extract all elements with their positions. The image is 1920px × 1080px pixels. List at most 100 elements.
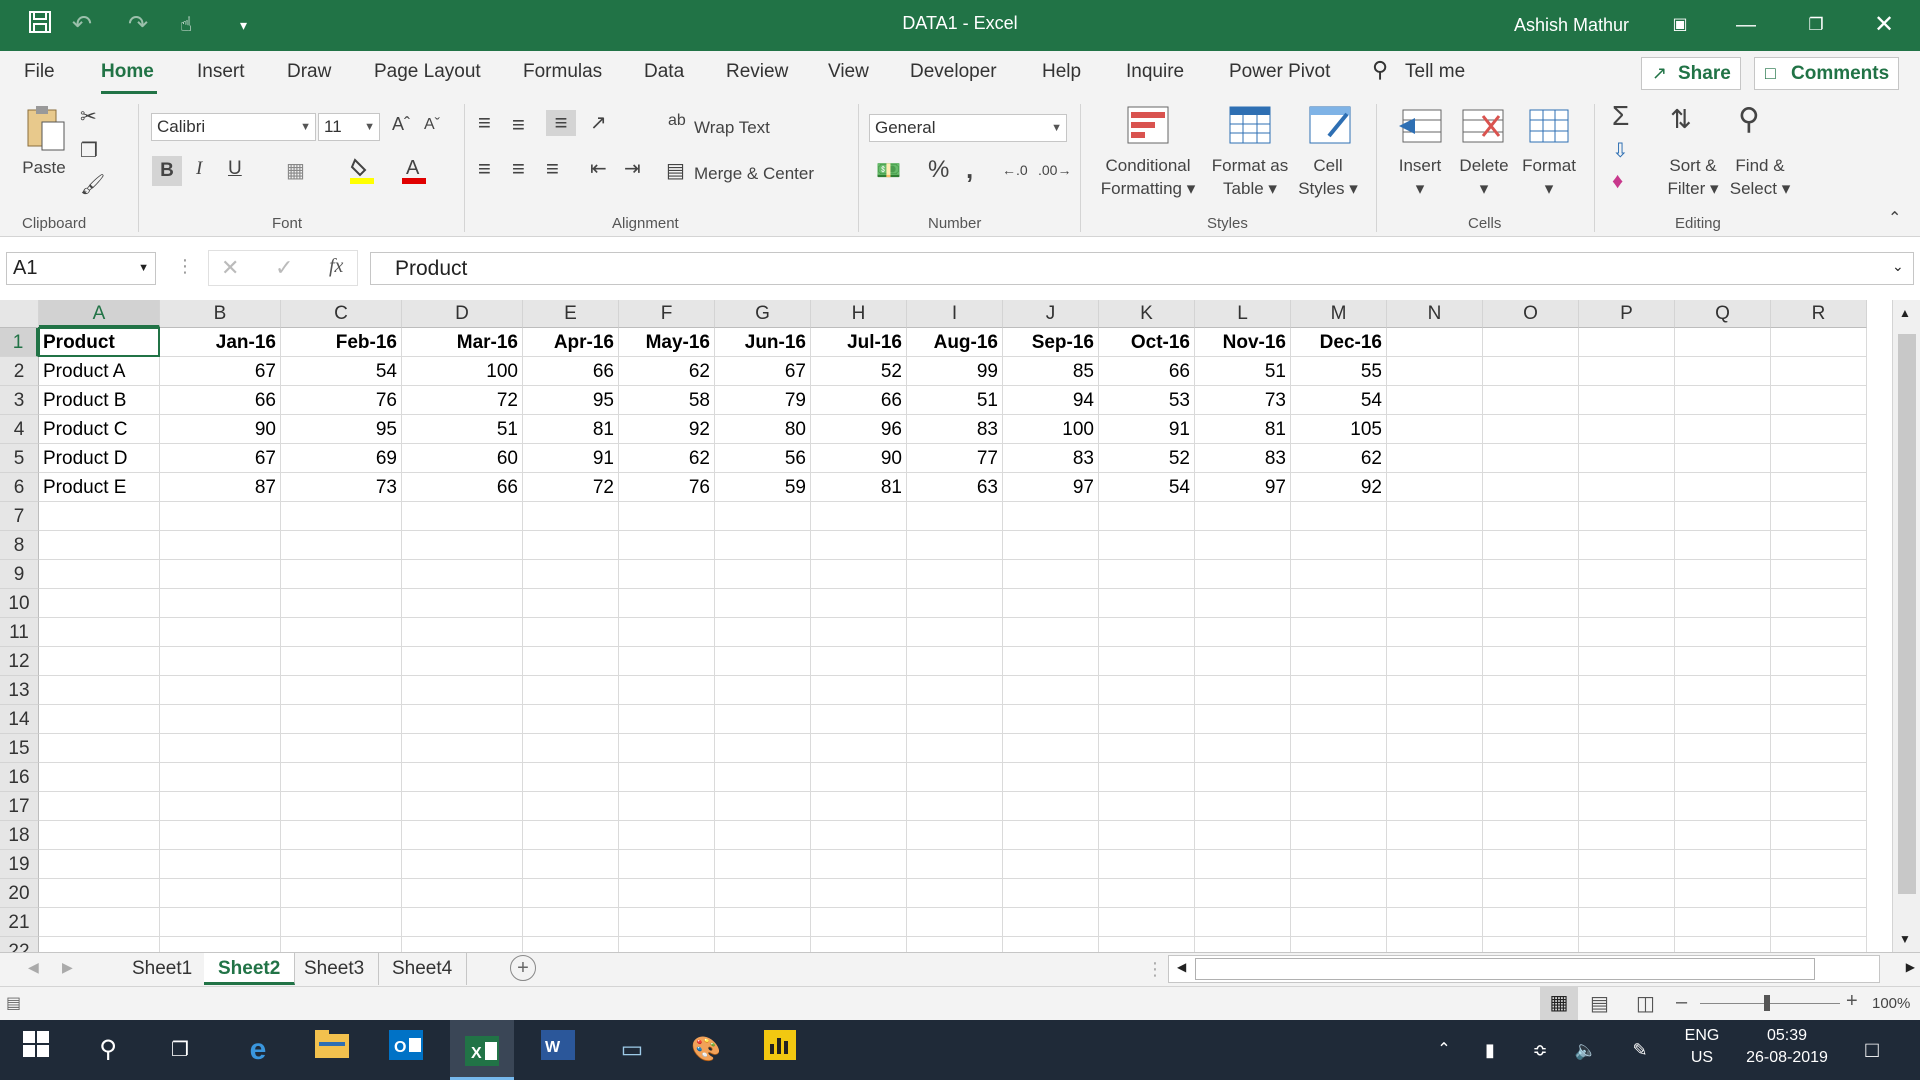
cell-j4[interactable]: 100 (1003, 415, 1099, 444)
cell-p19[interactable] (1579, 850, 1675, 879)
cell-c22[interactable] (281, 937, 402, 952)
cell-m9[interactable] (1291, 560, 1387, 589)
cell-f18[interactable] (619, 821, 715, 850)
cell-c20[interactable] (281, 879, 402, 908)
cell-i7[interactable] (907, 502, 1003, 531)
scroll-right-icon[interactable]: ▶ (1906, 960, 1915, 974)
cell-j21[interactable] (1003, 908, 1099, 937)
cell-q17[interactable] (1675, 792, 1771, 821)
tab-view[interactable]: View (828, 61, 869, 83)
tab-page-layout[interactable]: Page Layout (374, 61, 481, 83)
cell-g11[interactable] (715, 618, 811, 647)
cell-n11[interactable] (1387, 618, 1483, 647)
cell-e12[interactable] (523, 647, 619, 676)
cell-c17[interactable] (281, 792, 402, 821)
delete-button[interactable]: Delete ▾ (1456, 154, 1512, 200)
cell-g22[interactable] (715, 937, 811, 952)
cell-h2[interactable]: 52 (811, 357, 907, 386)
cell-n3[interactable] (1387, 386, 1483, 415)
cell-o22[interactable] (1483, 937, 1579, 952)
cell-p21[interactable] (1579, 908, 1675, 937)
cell-q2[interactable] (1675, 357, 1771, 386)
cell-h7[interactable] (811, 502, 907, 531)
delete-cells-icon[interactable] (1460, 108, 1508, 150)
row-header-17[interactable]: 17 (0, 792, 39, 821)
cell-k10[interactable] (1099, 589, 1195, 618)
cell-i8[interactable] (907, 531, 1003, 560)
underline-button[interactable]: U (228, 158, 242, 180)
row-header-5[interactable]: 5 (0, 444, 39, 473)
cell-e6[interactable]: 72 (523, 473, 619, 502)
cell-b4[interactable]: 90 (160, 415, 281, 444)
column-header-c[interactable]: C (281, 300, 402, 328)
cell-h20[interactable] (811, 879, 907, 908)
cell-n7[interactable] (1387, 502, 1483, 531)
cell-r1[interactable] (1771, 328, 1867, 357)
cell-o5[interactable] (1483, 444, 1579, 473)
cell-h15[interactable] (811, 734, 907, 763)
cell-j13[interactable] (1003, 676, 1099, 705)
cell-c12[interactable] (281, 647, 402, 676)
cell-g12[interactable] (715, 647, 811, 676)
cell-e8[interactable] (523, 531, 619, 560)
column-header-n[interactable]: N (1387, 300, 1483, 328)
grow-font-button[interactable]: Aˆ (392, 114, 410, 135)
cell-a14[interactable] (39, 705, 160, 734)
cell-q7[interactable] (1675, 502, 1771, 531)
column-header-b[interactable]: B (160, 300, 281, 328)
cell-g21[interactable] (715, 908, 811, 937)
cell-c19[interactable] (281, 850, 402, 879)
cell-d4[interactable]: 51 (402, 415, 523, 444)
autosum-icon[interactable]: Σ (1612, 100, 1629, 132)
cell-f2[interactable]: 62 (619, 357, 715, 386)
sort-filter-button[interactable]: Sort & Filter ▾ (1660, 154, 1726, 200)
cell-q3[interactable] (1675, 386, 1771, 415)
word-icon[interactable]: W (538, 1030, 578, 1070)
row-header-11[interactable]: 11 (0, 618, 39, 647)
cell-f22[interactable] (619, 937, 715, 952)
cell-j17[interactable] (1003, 792, 1099, 821)
cell-k9[interactable] (1099, 560, 1195, 589)
column-header-r[interactable]: R (1771, 300, 1867, 328)
cell-k13[interactable] (1099, 676, 1195, 705)
cell-q8[interactable] (1675, 531, 1771, 560)
cell-r10[interactable] (1771, 589, 1867, 618)
cell-e15[interactable] (523, 734, 619, 763)
cell-a19[interactable] (39, 850, 160, 879)
cell-o2[interactable] (1483, 357, 1579, 386)
cell-m2[interactable]: 55 (1291, 357, 1387, 386)
cell-i14[interactable] (907, 705, 1003, 734)
cell-d7[interactable] (402, 502, 523, 531)
cell-l2[interactable]: 51 (1195, 357, 1291, 386)
cell-l12[interactable] (1195, 647, 1291, 676)
cell-f17[interactable] (619, 792, 715, 821)
tab-help[interactable]: Help (1042, 61, 1081, 83)
cell-j18[interactable] (1003, 821, 1099, 850)
cell-f11[interactable] (619, 618, 715, 647)
cell-b14[interactable] (160, 705, 281, 734)
cell-o10[interactable] (1483, 589, 1579, 618)
tab-developer[interactable]: Developer (910, 61, 997, 83)
cell-c2[interactable]: 54 (281, 357, 402, 386)
find-select-icon[interactable]: ⚲ (1738, 102, 1760, 137)
pen-icon[interactable]: ✎ (1620, 1030, 1660, 1070)
cell-b17[interactable] (160, 792, 281, 821)
cell-g6[interactable]: 59 (715, 473, 811, 502)
column-header-d[interactable]: D (402, 300, 523, 328)
cell-p18[interactable] (1579, 821, 1675, 850)
conditional-formatting-button[interactable]: Conditional Formatting ▾ (1094, 154, 1202, 200)
cell-o4[interactable] (1483, 415, 1579, 444)
sheet-tab-sheet2[interactable]: Sheet2 (204, 953, 296, 985)
cell-r14[interactable] (1771, 705, 1867, 734)
cell-j3[interactable]: 94 (1003, 386, 1099, 415)
cell-l11[interactable] (1195, 618, 1291, 647)
cell-j8[interactable] (1003, 531, 1099, 560)
cell-n9[interactable] (1387, 560, 1483, 589)
cell-b20[interactable] (160, 879, 281, 908)
cell-a9[interactable] (39, 560, 160, 589)
paste-icon[interactable] (22, 104, 70, 154)
row-header-20[interactable]: 20 (0, 879, 39, 908)
clear-icon[interactable]: ♦ (1612, 168, 1623, 194)
tab-home[interactable]: Home (101, 61, 154, 83)
cell-k17[interactable] (1099, 792, 1195, 821)
